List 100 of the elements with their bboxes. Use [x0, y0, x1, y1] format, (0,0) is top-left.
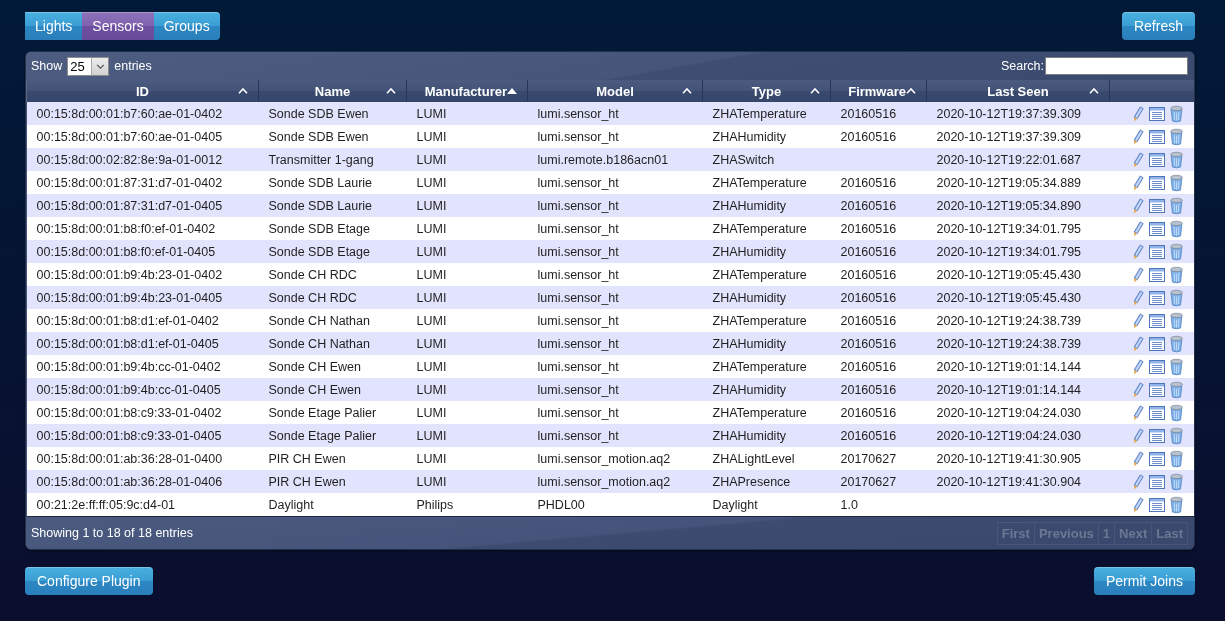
trash-icon[interactable]	[1169, 472, 1183, 491]
pencil-icon[interactable]	[1131, 173, 1144, 192]
configure-plugin-button[interactable]: Configure Plugin	[25, 567, 153, 595]
list-icon[interactable]	[1148, 313, 1165, 328]
pencil-icon[interactable]	[1131, 150, 1144, 169]
trash-icon[interactable]	[1169, 127, 1183, 146]
list-icon[interactable]	[1148, 244, 1165, 259]
table-cell: LUMI	[406, 424, 528, 447]
table-cell: 2020-10-12T19:04:24.030	[926, 401, 1110, 424]
pencil-icon[interactable]	[1131, 127, 1144, 146]
tab[interactable]: Groups	[153, 12, 220, 40]
permit-joins-button[interactable]: Permit Joins	[1093, 567, 1195, 595]
table-cell: LUMI	[406, 470, 528, 493]
list-icon[interactable]	[1148, 359, 1165, 374]
trash-icon[interactable]	[1169, 288, 1183, 307]
table-cell: lumi.sensor_ht	[527, 424, 703, 447]
table-cell: lumi.remote.b186acn01	[527, 148, 703, 171]
tab[interactable]: Lights	[25, 12, 83, 40]
list-icon[interactable]	[1148, 451, 1165, 466]
table-cell: ZHASwitch	[702, 148, 831, 171]
table-cell: 00:21:2e:ff:ff:05:9c:d4-01	[26, 493, 259, 517]
trash-icon[interactable]	[1169, 495, 1183, 514]
pencil-icon[interactable]	[1131, 265, 1144, 284]
list-icon[interactable]	[1148, 221, 1165, 236]
pencil-icon[interactable]	[1131, 380, 1144, 399]
trash-icon[interactable]	[1169, 334, 1183, 353]
table-cell: 20160516	[830, 102, 927, 125]
pencil-icon[interactable]	[1131, 334, 1144, 353]
tab[interactable]: Sensors	[82, 12, 154, 40]
table-cell: ZHAHumidity	[702, 424, 831, 447]
table-cell: 00:15:8d:00:01:b8:d1:ef-01-0405	[26, 332, 259, 355]
table-cell: lumi.sensor_ht	[527, 102, 703, 125]
list-icon[interactable]	[1148, 152, 1165, 167]
table-cell: ZHATemperature	[702, 263, 831, 286]
pencil-icon[interactable]	[1131, 219, 1144, 238]
list-icon[interactable]	[1148, 428, 1165, 443]
list-icon[interactable]	[1148, 336, 1165, 351]
page-size-select[interactable]: 25	[67, 56, 110, 76]
table-cell: 20160516	[830, 424, 927, 447]
table-cell: 00:15:8d:00:01:b8:c9:33-01-0402	[26, 401, 259, 424]
trash-icon[interactable]	[1169, 104, 1183, 123]
trash-icon[interactable]	[1169, 357, 1183, 376]
trash-icon[interactable]	[1169, 311, 1183, 330]
list-icon[interactable]	[1148, 405, 1165, 420]
pencil-icon[interactable]	[1131, 472, 1144, 491]
list-icon[interactable]	[1148, 267, 1165, 282]
table-cell: ZHAHumidity	[702, 332, 831, 355]
table-cell: PHDL00	[527, 493, 703, 517]
pencil-icon[interactable]	[1131, 311, 1144, 330]
trash-icon[interactable]	[1169, 449, 1183, 468]
table-info: Showing 1 to 18 of 18 entries	[31, 526, 193, 540]
refresh-button[interactable]: Refresh	[1121, 12, 1195, 40]
list-icon[interactable]	[1148, 474, 1165, 489]
table-cell: 00:15:8d:00:01:ab:36:28-01-0400	[26, 447, 259, 470]
list-icon[interactable]	[1148, 129, 1165, 144]
trash-icon[interactable]	[1169, 426, 1183, 445]
pencil-icon[interactable]	[1131, 242, 1144, 261]
table-cell: 00:15:8d:00:01:b9:4b:23-01-0405	[26, 286, 259, 309]
table-cell: ZHAHumidity	[702, 194, 831, 217]
table-cell: ZHATemperature	[702, 309, 831, 332]
pencil-icon[interactable]	[1131, 104, 1144, 123]
trash-icon[interactable]	[1169, 150, 1183, 169]
table-cell: ZHATemperature	[702, 355, 831, 378]
pencil-icon[interactable]	[1131, 288, 1144, 307]
table-cell: 00:15:8d:00:01:b8:f0:ef-01-0405	[26, 240, 259, 263]
table-cell: ZHAHumidity	[702, 378, 831, 401]
table-cell: LUMI	[406, 194, 528, 217]
table-cell: LUMI	[406, 309, 528, 332]
table-cell: LUMI	[406, 447, 528, 470]
list-icon[interactable]	[1148, 198, 1165, 213]
list-icon[interactable]	[1148, 290, 1165, 305]
list-icon[interactable]	[1148, 175, 1165, 190]
table-cell: 00:15:8d:00:01:b8:c9:33-01-0405	[26, 424, 259, 447]
trash-icon[interactable]	[1169, 403, 1183, 422]
table-cell: 20170627	[830, 447, 927, 470]
pencil-icon[interactable]	[1131, 357, 1144, 376]
table-cell: lumi.sensor_ht	[527, 194, 703, 217]
pencil-icon[interactable]	[1131, 495, 1144, 514]
trash-icon[interactable]	[1169, 242, 1183, 261]
search-field[interactable]	[1045, 57, 1188, 75]
trash-icon[interactable]	[1169, 265, 1183, 284]
pencil-icon[interactable]	[1131, 196, 1144, 215]
table-cell: 00:15:8d:00:01:87:31:d7-01-0402	[26, 171, 259, 194]
pencil-icon[interactable]	[1131, 403, 1144, 422]
trash-icon[interactable]	[1169, 196, 1183, 215]
list-icon[interactable]	[1148, 497, 1165, 512]
table-cell: lumi.sensor_motion.aq2	[527, 470, 703, 493]
table-cell: 20160516	[830, 355, 927, 378]
table-cell: LUMI	[406, 217, 528, 240]
pencil-icon[interactable]	[1131, 426, 1144, 445]
trash-icon[interactable]	[1169, 173, 1183, 192]
table-cell: Sonde CH Nathan	[258, 332, 407, 355]
pencil-icon[interactable]	[1131, 449, 1144, 468]
trash-icon[interactable]	[1169, 380, 1183, 399]
table-cell: 00:15:8d:00:01:b9:4b:cc-01-0402	[26, 355, 259, 378]
table-cell: 2020-10-12T19:05:34.890	[926, 194, 1110, 217]
table-cell: ZHATemperature	[702, 217, 831, 240]
list-icon[interactable]	[1148, 382, 1165, 397]
list-icon[interactable]	[1148, 106, 1165, 121]
trash-icon[interactable]	[1169, 219, 1183, 238]
